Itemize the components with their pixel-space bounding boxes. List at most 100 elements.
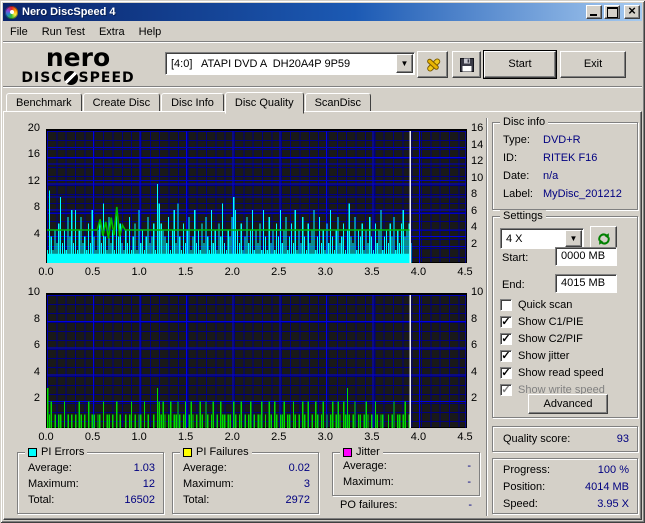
wrench-icon (426, 57, 440, 72)
axis-tick-label: 2 (33, 392, 40, 405)
axis-tick-label: 10 (27, 286, 40, 298)
axis-tick-label: 2.5 (271, 431, 287, 443)
jitter-legend: Jitter Average: - Maximum: - (332, 446, 480, 496)
show-jitter-checkbox[interactable]: ✓ Show jitter (500, 349, 569, 362)
axis-tick-label: 2.5 (271, 266, 287, 278)
pif-maximum-value: 3 (303, 478, 310, 490)
quality-score-label: Quality score: (503, 433, 571, 445)
pie-maximum-value: 12 (142, 478, 155, 490)
jitter-average-value: - (467, 460, 471, 472)
checkbox-icon[interactable]: ✓ (500, 366, 512, 379)
disc-label-label: Label: (503, 188, 533, 200)
menu-run-test[interactable]: Run Test (35, 25, 92, 39)
axis-tick-label: 0.0 (38, 431, 54, 443)
chevron-down-icon[interactable]: ▼ (396, 54, 413, 73)
tab-create-disc[interactable]: Create Disc (82, 93, 161, 112)
drive-select-value: [4:0] ATAPI DVD A DH20A4P 9P59 (171, 57, 351, 70)
axis-tick-label: 4.5 (457, 266, 473, 278)
axis-tick-label: 8 (471, 188, 478, 200)
pif-total-value: 2972 (285, 494, 310, 506)
scan-speed-select[interactable]: 4 X ▼ (500, 228, 584, 249)
axis-tick-label: 6 (471, 339, 478, 352)
position-label: Position: (503, 481, 546, 493)
disc-type-label: Type: (503, 134, 530, 146)
axis-tick-label: 0.0 (38, 266, 54, 278)
tab-disc-info[interactable]: Disc Info (161, 93, 224, 112)
floppy-save-icon (459, 57, 474, 72)
refresh-icon (597, 232, 610, 245)
start-mb-field[interactable]: 0000 MB (555, 247, 617, 266)
end-mb-field[interactable]: 4015 MB (555, 274, 617, 293)
advanced-button[interactable]: Advanced (528, 394, 608, 414)
pif-average-label: Average: (183, 462, 227, 474)
axis-tick-label: 20 (27, 122, 40, 134)
po-failures-label: PO failures: (340, 499, 398, 511)
axis-tick-label: 2 (471, 237, 478, 250)
checkbox-icon[interactable] (500, 298, 512, 311)
pi-failures-swatch (183, 447, 192, 457)
logo-nero-text: nero (45, 43, 111, 72)
tab-scandisc[interactable]: ScanDisc (304, 93, 372, 112)
axis-tick-label: 4 (471, 221, 478, 233)
tab-strip: Benchmark Create Disc Disc Info Disc Qua… (6, 92, 372, 114)
axis-tick-label: 1.5 (178, 266, 194, 278)
disc-date-label: Date: (503, 170, 530, 182)
disc-label-value: MyDisc_201212 (543, 188, 622, 200)
axis-tick-label: 10 (471, 171, 484, 184)
save-button[interactable] (452, 51, 481, 78)
axis-tick-label: 4 (471, 365, 478, 378)
disc-id-label: ID: (503, 152, 518, 164)
pi-errors-chart (46, 129, 467, 263)
show-c2-pif-checkbox[interactable]: ✓ Show C2/PIF (500, 332, 583, 345)
menu-bar: File Run Test Extra Help (3, 22, 642, 41)
jitter-average-label: Average: (343, 460, 387, 472)
disc-id-value: RITEK F16 (543, 152, 598, 164)
close-icon[interactable] (624, 4, 640, 19)
axis-tick-label: 3.0 (317, 266, 333, 278)
minimize-icon[interactable] (586, 5, 602, 19)
chevron-down-icon[interactable]: ▼ (565, 230, 582, 247)
exit-button[interactable]: Exit (560, 51, 626, 78)
pie-total-label: Total: (28, 494, 55, 506)
show-c1-pie-checkbox[interactable]: ✓ Show C1/PIE (500, 315, 583, 328)
maximize-icon[interactable] (604, 5, 620, 19)
tools-button[interactable] (417, 51, 448, 78)
axis-tick-label: 8 (33, 312, 40, 325)
menu-extra[interactable]: Extra (92, 25, 132, 39)
end-mb-label: End: (502, 279, 525, 291)
pie-average-value: 1.03 (133, 462, 155, 474)
axis-tick-label: 1.0 (131, 431, 147, 443)
axis-tick-label: 4.0 (410, 431, 427, 443)
speed-label: Speed: (503, 498, 538, 510)
start-button[interactable]: Start (484, 51, 556, 78)
quick-scan-label: Quick scan (518, 298, 573, 311)
pi-failures-legend: PI Failures Average: 0.02 Maximum: 3 Total… (172, 446, 319, 514)
quality-score-box: Quality score: 93 (492, 426, 638, 452)
checkbox-icon[interactable]: ✓ (500, 315, 512, 328)
tab-benchmark[interactable]: Benchmark (6, 93, 82, 112)
axis-tick-label: 0.5 (84, 431, 101, 443)
checkbox-icon[interactable]: ✓ (500, 349, 512, 362)
menu-file[interactable]: File (3, 25, 35, 39)
logo-disc-text: DISC (21, 70, 63, 86)
axis-tick-label: 3.0 (317, 431, 333, 443)
tab-disc-quality[interactable]: Disc Quality (224, 92, 304, 114)
disc-slash-icon (63, 71, 78, 85)
axis-tick-label: 8 (33, 201, 40, 214)
app-icon (5, 5, 18, 19)
pif-total-label: Total: (183, 494, 210, 506)
title-bar: Nero DiscSpeed 4 (3, 3, 642, 21)
axis-tick-label: 4 (33, 365, 40, 378)
settings-title: Settings (500, 210, 546, 222)
axis-tick-label: 1.5 (178, 431, 194, 443)
checkbox-icon[interactable]: ✓ (500, 332, 512, 345)
progress-value: 100 % (597, 464, 629, 476)
show-read-speed-checkbox[interactable]: ✓ Show read speed (500, 366, 604, 379)
axis-tick-label: 4.5 (457, 431, 473, 443)
axis-tick-label: 2.0 (224, 431, 240, 443)
axis-tick-label: 6 (33, 339, 40, 352)
drive-select[interactable]: [4:0] ATAPI DVD A DH20A4P 9P59 ▼ (165, 52, 415, 75)
quick-scan-checkbox[interactable]: Quick scan (500, 298, 572, 311)
axis-tick-label: 2 (471, 392, 478, 405)
menu-help[interactable]: Help (132, 25, 169, 39)
